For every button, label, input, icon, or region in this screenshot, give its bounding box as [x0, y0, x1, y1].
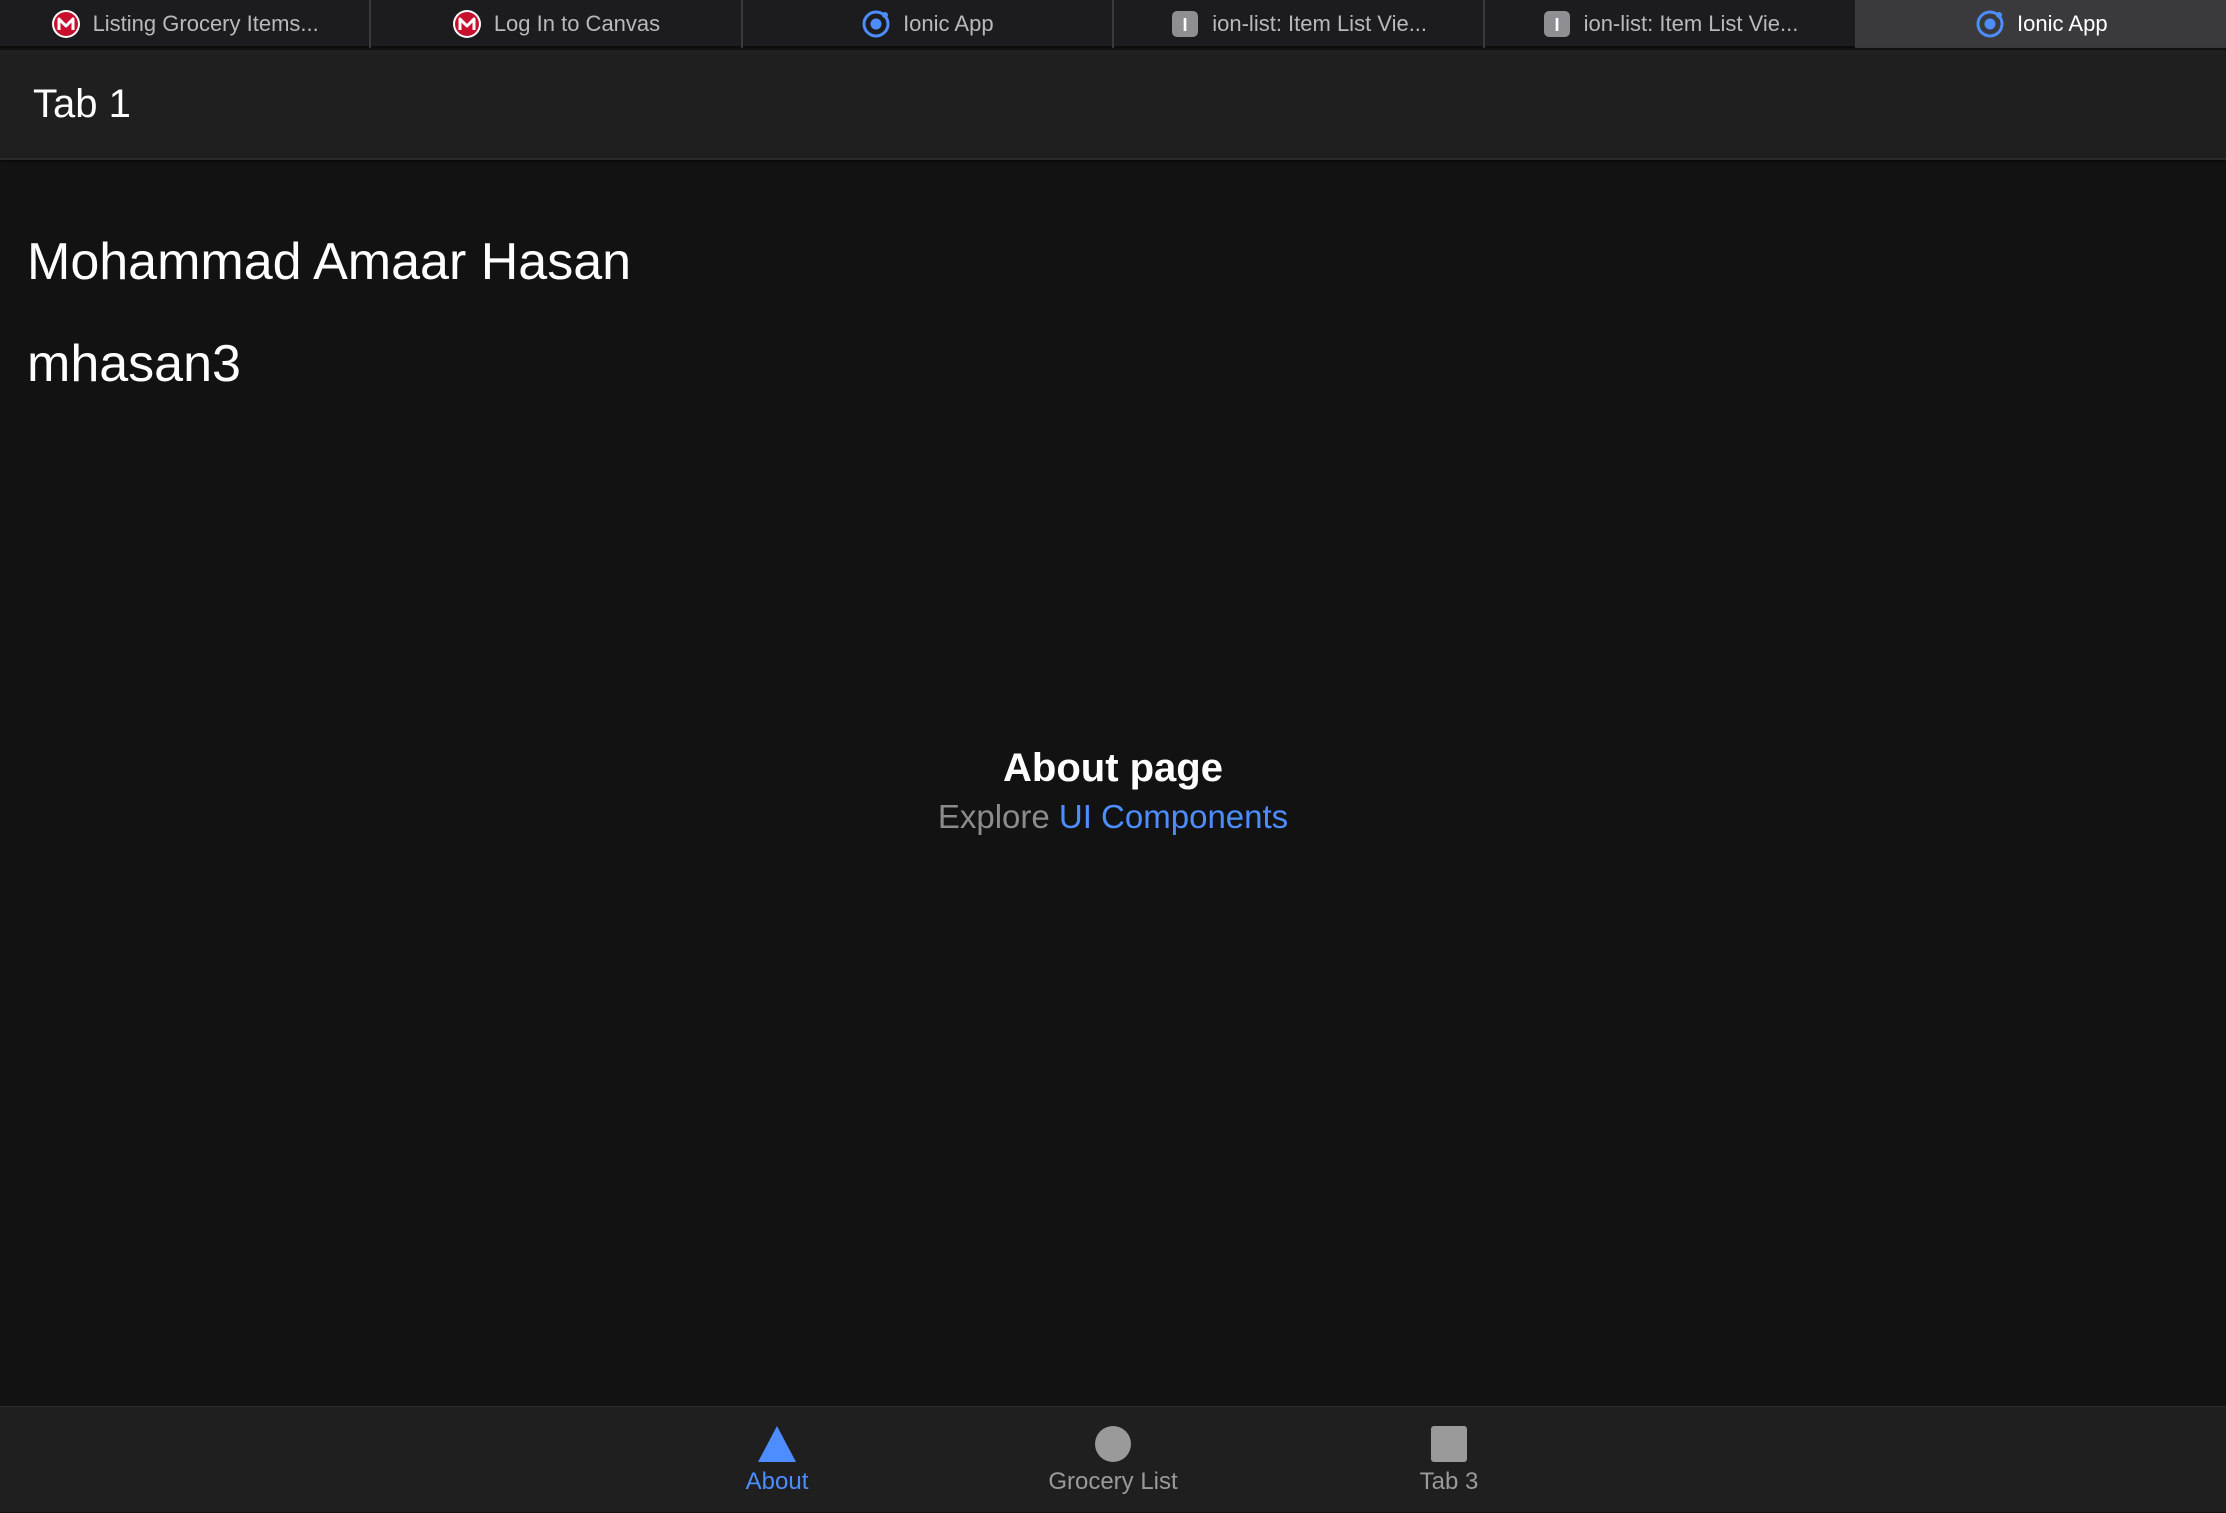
- browser-tab-ionic-app-active[interactable]: Ionic App: [1856, 0, 2226, 48]
- ui-components-link[interactable]: UI Components: [1059, 798, 1288, 835]
- browser-tab-strip: Listing Grocery Items... Log In to Canva…: [0, 0, 2226, 48]
- browser-tab-ionic-app[interactable]: Ionic App: [743, 0, 1114, 48]
- profile-name: Mohammad Amaar Hasan: [27, 233, 632, 291]
- ionic-docs-icon: I: [1170, 9, 1200, 39]
- browser-tab-title: ion-list: Item List Vie...: [1212, 11, 1428, 36]
- explore-text: Explore UI Components: [0, 794, 2226, 840]
- browser-tab-title: Ionic App: [903, 11, 994, 36]
- browser-tab-ion-list-docs[interactable]: I ion-list: Item List Vie...: [1114, 0, 1486, 48]
- main-content: Mohammad Amaar Hasan mhasan3 About page …: [0, 162, 2226, 1406]
- explore-container: About page Explore UI Components: [0, 742, 2226, 840]
- ionic-icon: [1975, 9, 2005, 39]
- tab-grocery-list[interactable]: Grocery List: [945, 1407, 1281, 1513]
- ionic-docs-icon: I: [1542, 9, 1572, 39]
- tab-3[interactable]: Tab 3: [1281, 1407, 1617, 1513]
- browser-tab-listing-grocery-items[interactable]: Listing Grocery Items...: [0, 0, 372, 48]
- ionic-icon: [861, 9, 891, 39]
- browser-tab-title: Listing Grocery Items...: [92, 11, 319, 36]
- svg-text:I: I: [1554, 15, 1559, 35]
- browser-tab-title: Log In to Canvas: [493, 11, 661, 36]
- browser-tab-title: ion-list: Item List Vie...: [1583, 11, 1799, 36]
- tab-about[interactable]: About: [609, 1407, 945, 1513]
- triangle-icon: [757, 1424, 797, 1464]
- app-toolbar: Tab 1: [0, 50, 2226, 160]
- browser-tab-ion-list-docs[interactable]: I ion-list: Item List Vie...: [1485, 0, 1857, 48]
- page-title: Tab 1: [33, 81, 131, 126]
- ellipse-icon: [1093, 1424, 1133, 1464]
- tab-label: Tab 3: [1419, 1468, 1479, 1495]
- explore-heading: About page: [1003, 746, 1223, 790]
- svg-text:I: I: [1183, 15, 1188, 35]
- browser-tab-title: Ionic App: [2017, 11, 2108, 36]
- profile-username: mhasan3: [27, 335, 241, 393]
- tab-label: Grocery List: [1048, 1468, 1178, 1495]
- explore-prefix: Explore: [937, 798, 1059, 835]
- tab-label: About: [745, 1468, 809, 1495]
- square-icon: [1429, 1424, 1469, 1464]
- canvas-m-icon: [51, 9, 81, 39]
- browser-tab-log-in-to-canvas[interactable]: Log In to Canvas: [371, 0, 743, 48]
- canvas-m-icon: [452, 9, 482, 39]
- bottom-tab-bar: About Grocery List Tab 3: [0, 1406, 2226, 1512]
